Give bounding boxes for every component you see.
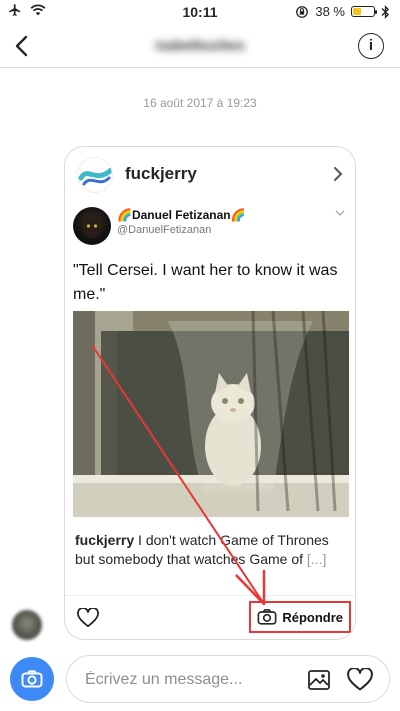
camera-icon — [257, 609, 277, 625]
tweet-avatar — [73, 207, 111, 245]
rainbow-emoji-icon: 🌈 — [117, 208, 132, 222]
shared-post-footer: Répondre — [65, 595, 355, 639]
camera-icon — [21, 670, 43, 688]
message-timestamp: 16 août 2017 à 19:23 — [143, 96, 257, 110]
back-arrow-icon[interactable] — [10, 32, 36, 60]
tweet-author-handle: @DanuelFetizanan — [117, 224, 212, 236]
camera-button[interactable] — [10, 657, 54, 701]
chevron-down-icon — [335, 210, 345, 216]
chevron-right-icon[interactable] — [331, 164, 345, 184]
heart-icon[interactable] — [347, 668, 373, 692]
account-avatar[interactable] — [77, 157, 113, 193]
caption-more[interactable]: [...] — [307, 551, 326, 567]
info-icon[interactable]: i — [358, 33, 384, 59]
caption-username[interactable]: fuckjerry — [75, 532, 134, 548]
gallery-icon[interactable] — [307, 668, 331, 692]
reply-button-label: Répondre — [282, 609, 343, 625]
message-input[interactable] — [85, 668, 295, 692]
status-bar: 10:11 38 % — [0, 0, 400, 24]
rainbow-emoji-icon: 🌈 — [230, 208, 246, 222]
cat-photo — [73, 311, 349, 517]
tweet-author-name: Danuel Fetizanan — [131, 208, 231, 222]
battery-icon — [351, 6, 377, 17]
message-composer[interactable] — [66, 655, 390, 703]
post-caption: fuckjerry I don't watch Game of Thrones … — [75, 531, 351, 569]
shared-post-card[interactable]: fuckjerry 🌈Danuel Fetizanan🌈 @DanuelFeti… — [64, 146, 356, 640]
post-account-name[interactable]: fuckjerry — [125, 164, 197, 184]
rotation-lock-icon — [296, 5, 309, 18]
bluetooth-icon — [381, 4, 390, 19]
heart-icon[interactable] — [77, 608, 99, 628]
conversation-title[interactable]: isabelleurbes — [120, 37, 280, 53]
shared-post-header[interactable]: fuckjerry — [65, 147, 355, 201]
conversation-header: isabelleurbes i — [0, 24, 400, 68]
tweet-text: "Tell Cersei. I want her to know it was … — [73, 262, 338, 303]
tweet-author-row: 🌈Danuel Fetizanan🌈 — [117, 208, 246, 222]
sender-avatar[interactable] — [12, 610, 42, 640]
battery-percent: 38 % — [315, 4, 345, 19]
reply-button[interactable]: Répondre — [249, 601, 351, 633]
